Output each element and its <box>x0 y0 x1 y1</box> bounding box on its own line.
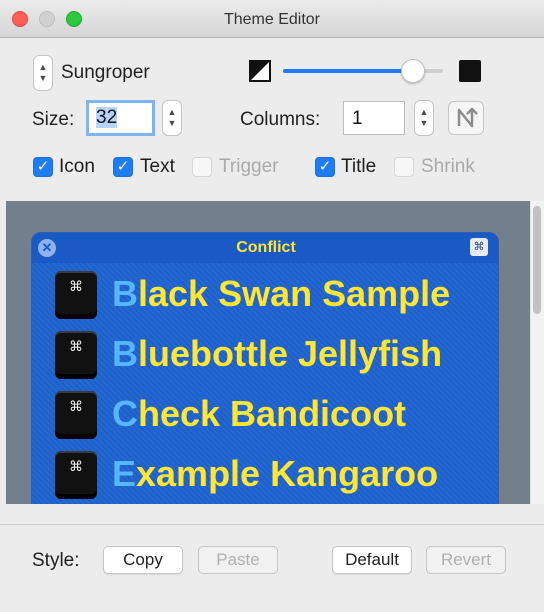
list-item-label: Example Kangaroo <box>112 453 439 494</box>
shrink-checkbox[interactable] <box>394 157 414 177</box>
list-item[interactable]: ⌘ Bluebottle Jellyfish <box>32 325 498 385</box>
chevron-up-icon: ▲ <box>38 62 48 72</box>
copy-button[interactable]: Copy <box>103 546 183 574</box>
window-title: Theme Editor <box>223 11 321 28</box>
conflict-panel: ✕ Conflict ⌘ ⌘ Black Swan Sample ⌘ Blueb… <box>31 232 499 504</box>
chevron-down-icon: ▼ <box>167 118 177 128</box>
list-item-label: Black Swan Sample <box>112 273 451 314</box>
command-key-icon: ⌘ <box>55 331 97 379</box>
panel-header: ✕ Conflict ⌘ <box>32 233 498 263</box>
trigger-checkbox-label: Trigger <box>219 156 279 177</box>
list-item-label: Check Bandicoot <box>112 393 407 434</box>
style-label: Style: <box>32 550 80 571</box>
layout-direction-button[interactable] <box>448 101 484 135</box>
title-checkbox-label: Title <box>341 156 377 177</box>
theme-name: Sungroper <box>61 62 150 83</box>
trigger-checkbox[interactable] <box>192 157 212 177</box>
theme-preview-area: ✕ Conflict ⌘ ⌘ Black Swan Sample ⌘ Blueb… <box>6 201 530 504</box>
command-key-icon: ⌘ <box>55 451 97 499</box>
chevron-up-icon: ▲ <box>419 107 429 117</box>
contrast-high-icon <box>459 60 481 82</box>
opacity-slider-fill <box>283 69 413 73</box>
list-item[interactable]: ⌘ Example Kangaroo <box>32 445 498 504</box>
list-item[interactable]: ⌘ Black Swan Sample <box>32 265 498 325</box>
title-bar: Theme Editor <box>0 0 544 38</box>
preview-scroll-thumb[interactable] <box>533 206 541 314</box>
paste-button[interactable]: Paste <box>198 546 278 574</box>
columns-value: 1 <box>352 108 363 129</box>
opacity-slider-knob[interactable] <box>400 59 425 83</box>
size-value: 32 <box>96 107 118 128</box>
revert-button[interactable]: Revert <box>426 546 506 574</box>
text-checkbox[interactable]: ✓ <box>113 157 133 177</box>
text-checkbox-label: Text <box>140 156 175 177</box>
default-button[interactable]: Default <box>332 546 412 574</box>
size-field[interactable]: 32 <box>86 100 155 136</box>
chevron-down-icon: ▼ <box>419 118 429 128</box>
list-item-label: Bluebottle Jellyfish <box>112 333 443 374</box>
command-badge-icon: ⌘ <box>470 238 488 256</box>
panel-title: Conflict <box>236 239 296 256</box>
contrast-low-icon <box>249 60 271 82</box>
icon-checkbox[interactable]: ✓ <box>33 157 53 177</box>
columns-field[interactable]: 1 <box>343 101 405 135</box>
title-checkbox[interactable]: ✓ <box>315 157 335 177</box>
list-item[interactable]: ⌘ Check Bandicoot <box>32 385 498 445</box>
command-key-icon: ⌘ <box>55 271 97 319</box>
theme-stepper[interactable]: ▲ ▼ <box>33 55 53 91</box>
columns-label: Columns: <box>240 109 321 130</box>
chevron-up-icon: ▲ <box>167 107 177 117</box>
size-stepper[interactable]: ▲ ▼ <box>162 100 182 136</box>
divider <box>0 524 544 525</box>
size-label: Size: <box>32 109 75 130</box>
n-arrow-icon <box>457 107 478 128</box>
command-key-icon: ⌘ <box>55 391 97 439</box>
icon-checkbox-label: Icon <box>59 156 95 177</box>
shrink-checkbox-label: Shrink <box>421 156 475 177</box>
theme-editor-window: Theme Editor ▲ ▼ Sungroper Size: 32 ▲ ▼ … <box>0 0 544 612</box>
columns-stepper[interactable]: ▲ ▼ <box>414 100 434 136</box>
chevron-down-icon: ▼ <box>38 73 48 83</box>
